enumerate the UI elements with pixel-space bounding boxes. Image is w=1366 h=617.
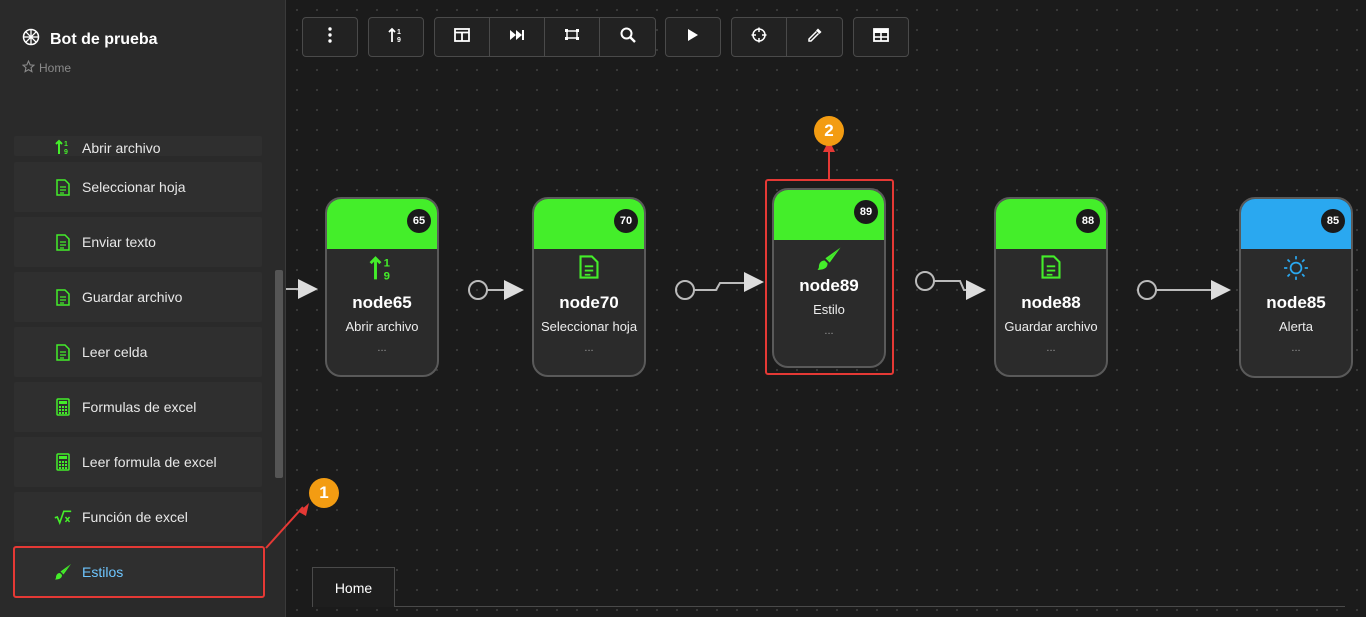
flow-node-88[interactable]: 88 node88 Guardar archivo ... [994, 197, 1108, 377]
sort-icon: 19 [327, 255, 437, 281]
tab-divider [395, 606, 1345, 607]
node-header: 88 [996, 199, 1106, 249]
flow-node-70[interactable]: 70 node70 Seleccionar hoja ... [532, 197, 646, 377]
highlight-box-estilos [13, 546, 265, 598]
node-name: node85 [1266, 293, 1326, 312]
step-marker-2: 2 [814, 116, 844, 146]
node-header: 70 [534, 199, 644, 249]
flow-node-65[interactable]: 65 19 node65 Abrir archivo ... [325, 197, 439, 377]
node-header: 65 [327, 199, 437, 249]
node-more[interactable]: ... [534, 342, 644, 354]
node-id-badge: 88 [1076, 209, 1100, 233]
node-name: node65 [352, 293, 412, 312]
flow-node-85[interactable]: 85 node85 Alerta ... [1239, 197, 1353, 378]
node-more[interactable]: ... [327, 342, 437, 354]
svg-text:1: 1 [384, 257, 390, 269]
sun-icon [1241, 255, 1351, 281]
node-header: 85 [1241, 199, 1351, 249]
tab-home[interactable]: Home [312, 567, 395, 607]
node-label: Seleccionar hoja [540, 319, 638, 334]
node-id-badge: 65 [407, 209, 431, 233]
node-name: node70 [559, 293, 619, 312]
node-more[interactable]: ... [1241, 342, 1351, 354]
arrow-head [298, 279, 318, 299]
node-name: node88 [1021, 293, 1081, 312]
file-icon [534, 255, 644, 281]
app-window: Bot de prueba Home 19 Abrir archivo Sele… [0, 0, 1366, 617]
node-id-badge: 70 [614, 209, 638, 233]
connectors-layer [265, 140, 1231, 549]
node-label: Guardar archivo [1004, 319, 1098, 334]
highlight-box-node89 [765, 179, 894, 375]
node-more[interactable]: ... [996, 342, 1106, 354]
step-marker-1: 1 [309, 478, 339, 508]
svg-text:9: 9 [384, 270, 390, 281]
file-icon [996, 255, 1106, 281]
node-label: Alerta [1279, 319, 1313, 334]
node-id-badge: 85 [1321, 209, 1345, 233]
node-label: Abrir archivo [345, 319, 419, 334]
